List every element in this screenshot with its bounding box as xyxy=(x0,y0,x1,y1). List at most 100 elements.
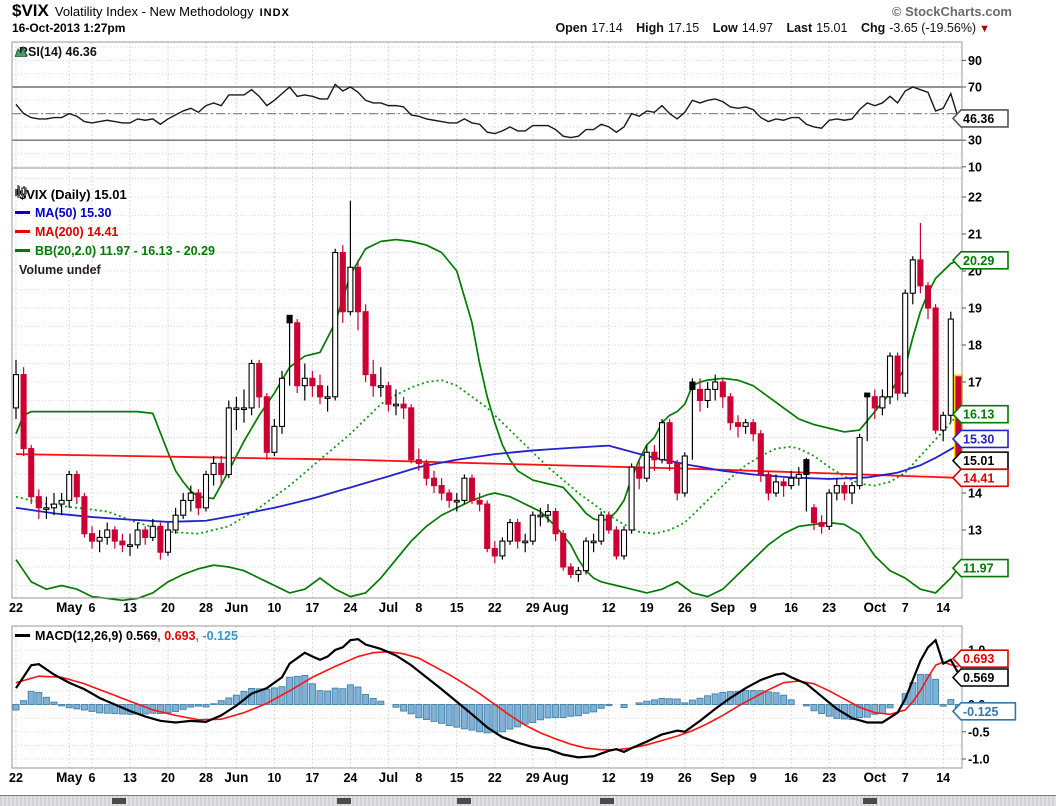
macd-hist-bar xyxy=(202,704,210,708)
candle-body xyxy=(423,462,430,479)
x-axis-label: Jun xyxy=(224,600,248,615)
macd-hist-bar xyxy=(597,704,605,709)
candle-body xyxy=(917,259,924,287)
macd-hist-bar xyxy=(12,704,20,711)
y-axis-label: 30 xyxy=(968,134,982,148)
macd-hist-bar xyxy=(658,698,666,706)
x-axis-label: 22 xyxy=(9,601,23,615)
candle-body xyxy=(240,407,248,411)
bb-legend: BB(20,2.0) 11.97 - 16.13 - 20.29 xyxy=(35,244,215,258)
y-axis-label: 10 xyxy=(968,160,982,174)
candle-body xyxy=(940,414,947,431)
stockcharts-chart-page: $VIX Volatility Index - New Methodology IN… xyxy=(0,0,1056,806)
candle-body xyxy=(666,422,673,464)
candle-body xyxy=(58,499,65,505)
macd-hist-bar xyxy=(35,692,43,706)
candle-body xyxy=(628,466,635,531)
x-axis-label: 8 xyxy=(415,601,422,615)
candle-body xyxy=(552,510,559,535)
ma200-line-icon xyxy=(15,230,30,233)
x-axis-label: 7 xyxy=(902,771,909,785)
candle-body xyxy=(126,544,134,547)
candle-body xyxy=(149,525,156,538)
macd-hist-bar xyxy=(210,703,218,705)
macd-hist-bar xyxy=(377,700,385,705)
candle-body xyxy=(187,492,194,501)
axis-callout-value: 15.30 xyxy=(963,432,994,446)
candle-body xyxy=(210,462,217,476)
x-axis-label: 19 xyxy=(640,771,654,785)
macd-legend: MACD(12,26,9) 0.569, 0.693, -0.125 xyxy=(15,629,238,643)
candle-body xyxy=(446,492,453,501)
candle-body xyxy=(894,355,901,394)
candle-body xyxy=(309,377,316,387)
macd-hist-bar xyxy=(559,704,567,719)
x-axis-label: 8 xyxy=(415,771,422,785)
candle-body xyxy=(795,473,802,479)
candle-body xyxy=(286,314,293,324)
candle-body xyxy=(96,536,103,542)
macd-hist-bar xyxy=(932,678,940,705)
macd-hist-bar xyxy=(590,704,598,713)
candle-body xyxy=(924,285,932,309)
candle-body xyxy=(810,507,818,524)
x-axis-label: 22 xyxy=(488,601,502,615)
ma50-legend-row: MA(50) 15.30 xyxy=(15,204,215,223)
candle-body xyxy=(575,570,582,575)
x-axis-label: Aug xyxy=(542,770,568,785)
candle-body xyxy=(947,318,954,416)
candle-body xyxy=(202,473,210,509)
rsi-legend-text: RSI(14) 46.36 xyxy=(19,45,97,59)
y-axis-label: 19 xyxy=(968,302,982,316)
candle-body xyxy=(491,547,498,557)
candle-body xyxy=(727,396,734,424)
x-axis-label: 23 xyxy=(822,771,836,785)
macd-hist-bar xyxy=(438,704,446,724)
candle-body xyxy=(582,540,590,572)
candle-body xyxy=(43,507,50,510)
candle-body xyxy=(788,477,795,487)
candle-body xyxy=(271,425,278,453)
x-axis-label: 14 xyxy=(936,601,950,615)
candle-body xyxy=(66,473,73,501)
x-axis-label: Oct xyxy=(864,600,887,615)
candle-body xyxy=(354,266,362,313)
candle-body xyxy=(613,529,620,557)
x-axis-label: 13 xyxy=(123,771,137,785)
macd-hist-bar xyxy=(65,704,73,709)
macd-hist-bar xyxy=(544,704,552,719)
macd-legend-main: MACD(12,26,9) 0.569 xyxy=(35,629,158,643)
main-legend-symbol: $VIX (Daily) 15.01 xyxy=(19,187,127,202)
macd-signal-series-line xyxy=(15,650,959,751)
macd-hist-bar xyxy=(179,704,187,710)
macd-hist-bar xyxy=(73,704,81,710)
macd-hist-bar xyxy=(711,693,719,705)
candle-body xyxy=(696,388,704,402)
macd-hist-bar xyxy=(369,698,377,706)
macd-hist-bar xyxy=(308,683,316,705)
macd-hist-bar xyxy=(764,691,772,706)
chart-scroll-strip[interactable] xyxy=(0,795,1056,806)
x-axis-label: 10 xyxy=(267,771,281,785)
macd-signal-series xyxy=(15,650,959,751)
candle-body xyxy=(370,374,377,387)
macd-hist-bar xyxy=(878,704,886,714)
candle-body xyxy=(73,473,80,498)
candle-body xyxy=(347,266,354,313)
candle-body xyxy=(537,514,544,518)
x-axis-label: 10 xyxy=(267,601,281,615)
candle-body xyxy=(643,451,650,479)
candle-body xyxy=(233,407,240,411)
volume-legend-row: Volume undef xyxy=(15,186,215,280)
macd-hist-bar xyxy=(225,697,233,706)
x-axis-label: Sep xyxy=(710,770,735,785)
strip-mark xyxy=(337,798,351,804)
candle-body xyxy=(461,477,468,501)
candle-body xyxy=(400,403,407,409)
x-axis-label: May xyxy=(56,770,83,785)
candle-body xyxy=(20,374,27,450)
candle-body xyxy=(164,529,172,553)
y-axis-label: 14 xyxy=(968,487,982,501)
candle-body xyxy=(856,436,863,487)
candle-body xyxy=(560,533,567,568)
